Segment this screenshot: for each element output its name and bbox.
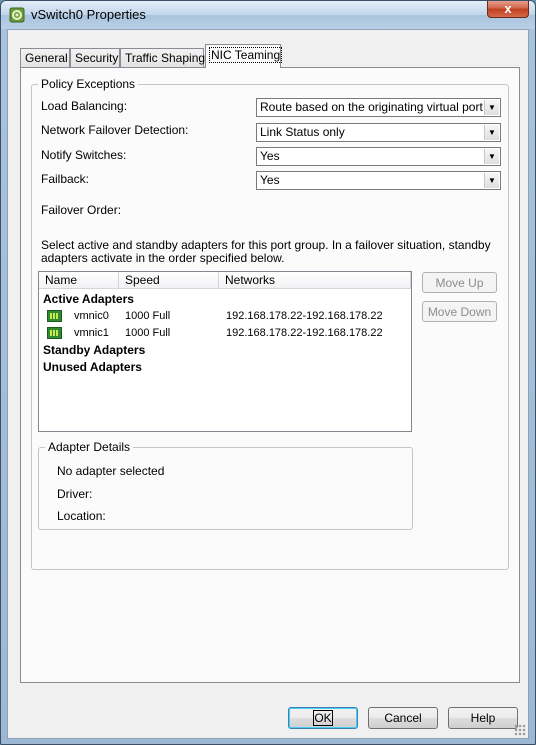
column-header-speed[interactable]: Speed xyxy=(119,272,219,289)
driver-label: Driver: xyxy=(57,487,93,501)
policy-exceptions-group: Policy Exceptions Load Balancing: Route … xyxy=(31,77,509,570)
adapter-details-title: Adapter Details xyxy=(45,440,134,454)
tab-security-label: Security xyxy=(75,51,119,65)
title-bar[interactable]: vSwitch0 Properties x xyxy=(1,1,535,29)
move-down-button[interactable]: Move Down xyxy=(422,301,497,322)
failover-detection-select[interactable]: Link Status only ▼ xyxy=(256,123,501,142)
cancel-button[interactable]: Cancel xyxy=(368,707,438,729)
ok-button[interactable]: OK xyxy=(288,707,358,729)
move-up-button[interactable]: Move Up xyxy=(422,272,497,293)
tab-general-label: General xyxy=(25,51,68,65)
tab-traffic-shaping-label: Traffic Shaping xyxy=(125,51,206,65)
adapter-networks: 192.168.178.22-192.168.178.22 xyxy=(226,327,383,339)
tab-nic-teaming[interactable]: NIC Teaming xyxy=(205,44,283,68)
column-header-networks[interactable]: Networks xyxy=(219,272,411,289)
group-active-adapters: Active Adapters xyxy=(43,292,134,306)
help-button[interactable]: Help xyxy=(448,707,518,729)
load-balancing-value: Route based on the originating virtual p… xyxy=(260,100,499,114)
adapter-networks: 192.168.178.22-192.168.178.22 xyxy=(226,310,383,322)
failover-description: Select active and standby adapters for t… xyxy=(41,239,501,265)
load-balancing-label: Load Balancing: xyxy=(41,99,128,113)
tab-general[interactable]: General xyxy=(20,48,70,68)
failback-label: Failback: xyxy=(41,172,90,186)
adapter-name: vmnic1 xyxy=(74,327,109,339)
policy-exceptions-title: Policy Exceptions xyxy=(38,77,139,91)
dialog-client-area: General Security Traffic Shaping NIC Tea… xyxy=(7,29,529,739)
failback-value: Yes xyxy=(260,173,280,187)
adapters-list-header: Name Speed Networks xyxy=(39,272,411,289)
chevron-down-icon: ▼ xyxy=(484,149,499,164)
nic-icon xyxy=(47,327,62,339)
ok-button-label: OK xyxy=(313,710,333,726)
failover-detection-label: Network Failover Detection: xyxy=(41,123,189,137)
failover-order-label: Failover Order: xyxy=(41,203,122,217)
failover-description-line2: adapters activate in the order specified… xyxy=(41,251,285,265)
table-row[interactable]: vmnic1 1000 Full 192.168.178.22-192.168.… xyxy=(39,326,411,342)
adapter-details-group: Adapter Details No adapter selected Driv… xyxy=(38,440,413,530)
close-icon: x xyxy=(504,1,512,16)
chevron-down-icon: ▼ xyxy=(484,125,499,140)
chevron-down-icon: ▼ xyxy=(484,100,499,115)
table-row[interactable]: vmnic0 1000 Full 192.168.178.22-192.168.… xyxy=(39,309,411,325)
properties-window: vSwitch0 Properties x General Security T… xyxy=(0,0,536,745)
tab-security[interactable]: Security xyxy=(70,48,120,68)
adapters-list[interactable]: Name Speed Networks Active Adapters vmni… xyxy=(38,271,412,432)
notify-switches-value: Yes xyxy=(260,149,280,163)
adapter-name: vmnic0 xyxy=(74,310,109,322)
tab-nic-teaming-label: NIC Teaming xyxy=(208,47,283,63)
failover-detection-value: Link Status only xyxy=(260,125,345,139)
nic-icon xyxy=(47,310,62,322)
resize-grip[interactable] xyxy=(514,724,526,736)
window-title: vSwitch0 Properties xyxy=(31,7,146,22)
chevron-down-icon: ▼ xyxy=(484,173,499,188)
close-button[interactable]: x xyxy=(487,1,529,18)
load-balancing-select[interactable]: Route based on the originating virtual p… xyxy=(256,98,501,117)
group-unused-adapters: Unused Adapters xyxy=(43,360,142,374)
notify-switches-label: Notify Switches: xyxy=(41,148,127,162)
vmware-properties-icon xyxy=(9,7,25,23)
nic-teaming-panel: Policy Exceptions Load Balancing: Route … xyxy=(20,67,520,683)
adapter-speed: 1000 Full xyxy=(125,327,171,339)
tab-traffic-shaping[interactable]: Traffic Shaping xyxy=(120,48,206,68)
notify-switches-select[interactable]: Yes ▼ xyxy=(256,147,501,166)
adapter-speed: 1000 Full xyxy=(125,310,171,322)
column-header-name[interactable]: Name xyxy=(39,272,119,289)
location-label: Location: xyxy=(57,509,106,523)
group-standby-adapters: Standby Adapters xyxy=(43,343,146,357)
failback-select[interactable]: Yes ▼ xyxy=(256,171,501,190)
adapter-status: No adapter selected xyxy=(57,464,165,478)
